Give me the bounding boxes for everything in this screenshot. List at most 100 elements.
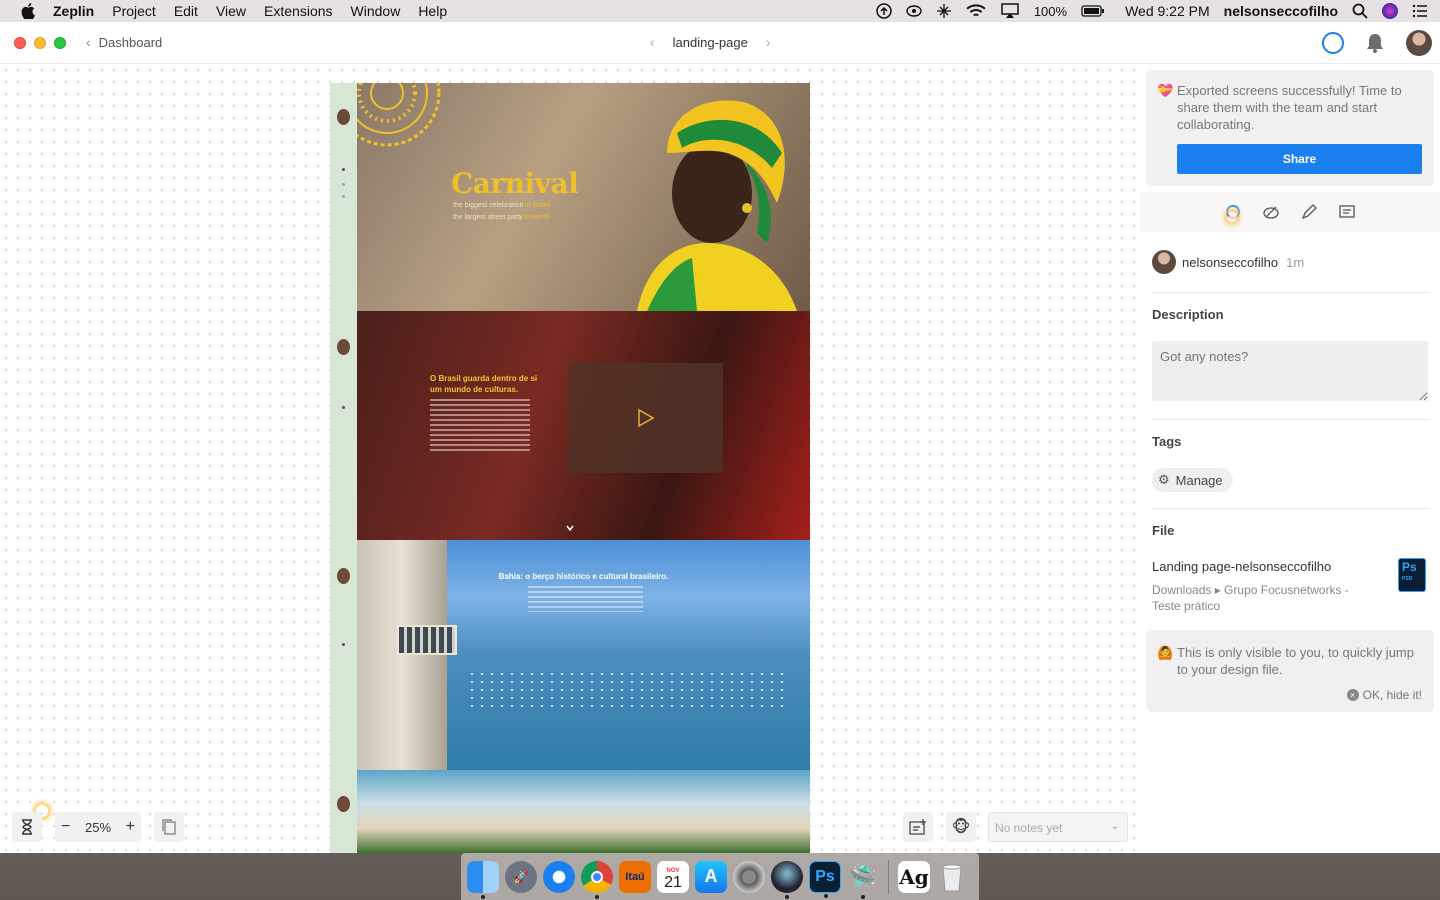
- network-icon[interactable]: [936, 3, 952, 19]
- manage-tags-button[interactable]: ⚙ Manage: [1152, 468, 1233, 492]
- zoom-in-button[interactable]: +: [126, 818, 135, 836]
- menu-extensions[interactable]: Extensions: [264, 3, 332, 19]
- screen-capture-icon[interactable]: [771, 860, 803, 899]
- back-to-dashboard[interactable]: ‹ Dashboard: [86, 34, 162, 50]
- divider: [1152, 508, 1428, 509]
- font-book-icon[interactable]: Ag: [898, 860, 930, 893]
- menubar-user[interactable]: nelsonseccofilho: [1224, 3, 1338, 19]
- share-button[interactable]: Share: [1177, 144, 1422, 174]
- notification-bell-icon[interactable]: [1364, 32, 1386, 54]
- nav-dot: [342, 406, 345, 409]
- spotlight-search-icon[interactable]: [1352, 3, 1368, 19]
- person-icon: 🙆: [1157, 645, 1174, 660]
- ps-label: Ps: [1402, 560, 1417, 574]
- culture-body-text: [430, 399, 530, 451]
- scroll-down-icon: [566, 525, 574, 532]
- running-indicator: [595, 894, 599, 899]
- beach-section: [357, 770, 810, 853]
- airplay-icon[interactable]: [1000, 3, 1020, 19]
- source-file-name[interactable]: Landing page-nelsonseccofilho: [1152, 559, 1331, 574]
- hero-line1-b: in Brasil: [525, 202, 551, 209]
- notification-center-icon[interactable]: [1412, 3, 1428, 19]
- uploader-name[interactable]: nelsonseccofilho: [1182, 255, 1278, 270]
- gear-icon: ⚙: [1158, 472, 1170, 487]
- description-input[interactable]: [1152, 341, 1428, 401]
- apple-icon[interactable]: [21, 3, 35, 19]
- play-icon[interactable]: [637, 408, 655, 428]
- upload-status-icon[interactable]: [876, 3, 892, 19]
- screen-name: landing-page: [672, 34, 748, 50]
- hero-line1-a: the biggest celebration: [453, 202, 524, 209]
- brand-logo-icon: [337, 339, 350, 355]
- minimize-window-button[interactable]: [34, 37, 46, 49]
- zoom-level[interactable]: 25%: [85, 820, 111, 835]
- zoom-control: − 25% +: [55, 812, 141, 842]
- close-window-button[interactable]: [14, 37, 26, 49]
- notes-filter-select[interactable]: No notes yet ⌄: [988, 812, 1128, 842]
- add-note-button[interactable]: [903, 812, 933, 842]
- calendar-icon[interactable]: NOV 21: [657, 860, 689, 893]
- tab-styleguide-pen-icon[interactable]: [1300, 203, 1318, 221]
- export-success-banner: 💝 Exported screens successfully! Time to…: [1146, 70, 1434, 186]
- user-avatar[interactable]: [1406, 30, 1432, 56]
- design-canvas[interactable]: Carnival the biggest celebration in Bras…: [0, 64, 1140, 853]
- zoom-window-button[interactable]: [54, 37, 66, 49]
- file-heading: File: [1152, 523, 1175, 538]
- activity-ring-icon[interactable]: [1322, 32, 1344, 54]
- tab-activity[interactable]: [1224, 203, 1242, 225]
- photoshop-file-icon[interactable]: Ps PSD: [1398, 558, 1426, 592]
- siri-icon[interactable]: [1382, 3, 1398, 19]
- source-file-path: Downloads ▸ Grupo Focusnetworks - Teste …: [1152, 583, 1349, 613]
- previous-screen-icon[interactable]: ‹: [650, 34, 655, 50]
- uploader-avatar[interactable]: [1152, 250, 1176, 274]
- fit-screen-button[interactable]: [12, 812, 42, 842]
- tab-notes-icon[interactable]: [1338, 203, 1356, 221]
- menu-window[interactable]: Window: [351, 3, 401, 19]
- itau-icon[interactable]: Itaú: [619, 860, 651, 893]
- running-indicator: [861, 894, 865, 899]
- psd-label: PSD: [1402, 576, 1413, 582]
- hide-hint-label: OK, hide it!: [1362, 688, 1422, 702]
- next-screen-icon[interactable]: ›: [766, 34, 771, 50]
- menu-view[interactable]: View: [216, 3, 246, 19]
- menubar-clock[interactable]: Wed 9:22 PM: [1125, 3, 1210, 19]
- app-store-icon[interactable]: A: [695, 860, 727, 893]
- chrome-icon[interactable]: [581, 860, 613, 899]
- menu-app-name[interactable]: Zeplin: [53, 3, 94, 19]
- tab-inspect-icon[interactable]: [1262, 203, 1280, 221]
- menu-edit[interactable]: Edit: [174, 3, 198, 19]
- zoom-out-button[interactable]: −: [61, 818, 70, 836]
- battery-icon[interactable]: [1081, 3, 1105, 19]
- hide-hint-button[interactable]: × OK, hide it!: [1346, 688, 1422, 702]
- hero-line2-a: the largest street party: [453, 214, 523, 221]
- wifi-icon[interactable]: [966, 3, 986, 19]
- system-preferences-icon[interactable]: [733, 860, 765, 893]
- safari-icon[interactable]: [543, 860, 575, 893]
- trash-can-icon: [942, 864, 962, 891]
- vr-icon[interactable]: [906, 3, 922, 19]
- menu-help[interactable]: Help: [418, 3, 447, 19]
- title-bar: ‹ Dashboard ‹ landing-page ›: [0, 22, 1440, 64]
- bahia-section: Bahia: o berço histórico e cultural bras…: [357, 540, 810, 770]
- harbor-boats: [467, 670, 787, 710]
- hero-line2-b: in world: [524, 214, 549, 221]
- divider: [1152, 292, 1428, 293]
- zeplin-dock-icon[interactable]: 🛸: [847, 861, 879, 899]
- brand-logo-icon: [337, 568, 350, 584]
- bahia-title: Bahia: o berço histórico e cultural bras…: [498, 572, 669, 581]
- finder-icon[interactable]: [467, 860, 499, 899]
- launchpad-icon[interactable]: 🚀: [505, 860, 537, 893]
- photoshop-dock-icon[interactable]: Ps: [809, 860, 841, 898]
- trash-icon[interactable]: [936, 861, 968, 893]
- close-circle-icon: ×: [1346, 689, 1359, 701]
- monkey-button[interactable]: 🐵: [946, 812, 976, 842]
- menu-project[interactable]: Project: [112, 3, 156, 19]
- running-indicator: [481, 894, 485, 899]
- side-navigation-strip: [330, 83, 357, 853]
- copy-screen-button[interactable]: [154, 812, 184, 842]
- landing-page-artboard[interactable]: Carnival the biggest celebration in Bras…: [330, 83, 810, 853]
- video-player[interactable]: [569, 363, 723, 473]
- menubar: Zeplin Project Edit View Extensions Wind…: [0, 0, 1440, 22]
- design-file-hint: 🙆 This is only visible to you, to quickl…: [1146, 630, 1434, 712]
- calendar-day: 21: [664, 873, 682, 891]
